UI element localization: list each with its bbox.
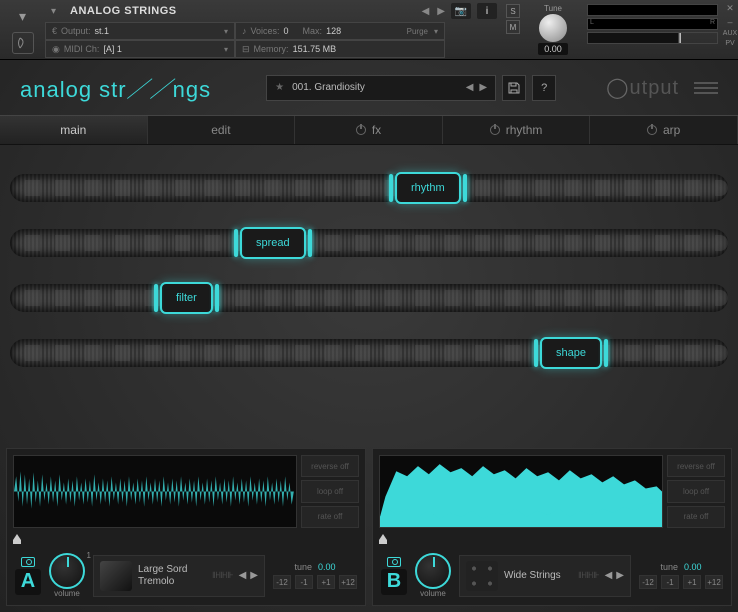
product-logo: analog str／／ngs [20,72,211,104]
tune-minus12-a[interactable]: -12 [273,575,291,589]
sound-selector-a[interactable]: Large Sord Tremolo ⊪⊪⊪ ◀ ▶ [93,555,265,597]
layer-a-power[interactable] [21,557,35,567]
next-preset-icon[interactable]: ▶ [479,82,487,93]
plugin-body: analog str／／ngs ★ 001. Grandiosity ◀ ▶ ?… [0,60,738,612]
tab-main[interactable]: main [0,116,148,144]
tab-fx[interactable]: fx [295,116,443,144]
help-button[interactable]: ? [532,75,556,101]
info-icon[interactable]: i [477,3,497,19]
memory-display: ⊟ Memory: 151.75 MB [235,40,445,58]
tune-plus12-a[interactable]: +12 [339,575,357,589]
level-meter [587,4,718,16]
collapse-icon[interactable]: ▾ [12,6,34,28]
start-marker-b[interactable] [379,534,387,544]
power-icon [356,125,366,135]
waveform-icon: ⊪⊪⊪ [212,570,233,581]
pv-label[interactable]: PV [725,40,734,47]
macro-area: rhythm spread filter shape [0,145,738,390]
tune-value[interactable]: 0.00 [538,43,568,55]
tune-minus12-b[interactable]: -12 [639,575,657,589]
tab-rhythm[interactable]: rhythm [443,116,591,144]
sound-thumb-b [466,561,498,591]
favorite-icon[interactable]: ★ [275,82,284,93]
power-icon [647,125,657,135]
prev-sound-b-icon[interactable]: ◀ [605,570,613,581]
layer-a: reverse off loop off rate off A 1 volume [6,448,366,606]
waveform-a[interactable] [13,455,297,528]
next-instrument-icon[interactable]: ▶ [437,6,445,17]
macro-rhythm-slider[interactable]: rhythm [395,172,461,204]
reverse-button-b[interactable]: reverse off [667,455,725,477]
voices-display: ♪ Voices: 0 Max: 128 Purge ▾ [235,22,445,40]
sound-thumb-a [100,561,132,591]
tab-bar: main edit fx rhythm arp [0,115,738,145]
tune-value-a[interactable]: 0.00 [318,562,336,572]
loop-button-b[interactable]: loop off [667,480,725,502]
solo-button[interactable]: S [506,4,520,18]
prev-instrument-icon[interactable]: ◀ [422,6,430,17]
minimize-icon[interactable]: – [727,17,732,27]
tune-plus1-b[interactable]: +1 [683,575,701,589]
tune-plus12-b[interactable]: +12 [705,575,723,589]
menu-icon[interactable] [694,78,718,98]
macro-spread-slider[interactable]: spread [240,227,306,259]
preset-selector[interactable]: ★ 001. Grandiosity ◀ ▶ [266,75,496,101]
waveform-b[interactable] [379,455,663,528]
tune-label: Tune [544,4,562,13]
pan-slider[interactable]: L R [587,18,718,30]
power-icon [490,125,500,135]
tab-edit[interactable]: edit [148,116,296,144]
preset-name: 001. Grandiosity [292,82,365,93]
instrument-name[interactable]: ANALOG STRINGS [62,5,416,17]
snapshot-icon[interactable]: 📷 [451,3,471,19]
tune-knob[interactable] [538,13,568,43]
tab-arp[interactable]: arp [590,116,738,144]
close-icon[interactable]: ✕ [726,3,734,14]
volume-knob-a[interactable] [49,553,85,589]
layer-a-label: A [15,569,41,595]
layer-b-label: B [381,569,407,595]
volume-slider[interactable] [587,32,718,44]
midi-channel-selector[interactable]: ◉ MIDI Ch: [A] 1 ▾ [45,40,235,58]
layer-b: reverse off loop off rate off B volume W… [372,448,732,606]
waveform-icon: ⊪⊪⊪ [578,570,599,581]
save-button[interactable] [502,75,526,101]
prev-sound-a-icon[interactable]: ◀ [239,570,247,581]
tune-plus1-a[interactable]: +1 [317,575,335,589]
tune-minus1-a[interactable]: -1 [295,575,313,589]
macro-filter-slider[interactable]: filter [160,282,213,314]
mute-button[interactable]: M [506,20,520,34]
output-logo: ◯utput [606,75,679,100]
volume-knob-b[interactable] [415,553,451,589]
rate-button-b[interactable]: rate off [667,506,725,528]
start-marker-a[interactable] [13,534,21,544]
aux-label[interactable]: AUX [723,30,737,37]
next-sound-b-icon[interactable]: ▶ [616,570,624,581]
kontakt-header: ▾ ▾ ANALOG STRINGS ◀ ▶ 📷 i € Output: st.… [0,0,738,60]
instrument-icon[interactable] [12,32,34,54]
macro-shape-slider[interactable]: shape [540,337,602,369]
output-selector[interactable]: € Output: st.1 ▾ [45,22,235,40]
rate-button-a[interactable]: rate off [301,506,359,528]
sound-selector-b[interactable]: Wide Strings ⊪⊪⊪ ◀ ▶ [459,555,631,597]
prev-preset-icon[interactable]: ◀ [466,82,474,93]
tune-value-b[interactable]: 0.00 [684,562,702,572]
reverse-button-a[interactable]: reverse off [301,455,359,477]
next-sound-a-icon[interactable]: ▶ [250,570,258,581]
loop-button-a[interactable]: loop off [301,480,359,502]
tune-minus1-b[interactable]: -1 [661,575,679,589]
layer-b-power[interactable] [387,557,401,567]
purge-menu[interactable]: Purge [407,27,428,36]
